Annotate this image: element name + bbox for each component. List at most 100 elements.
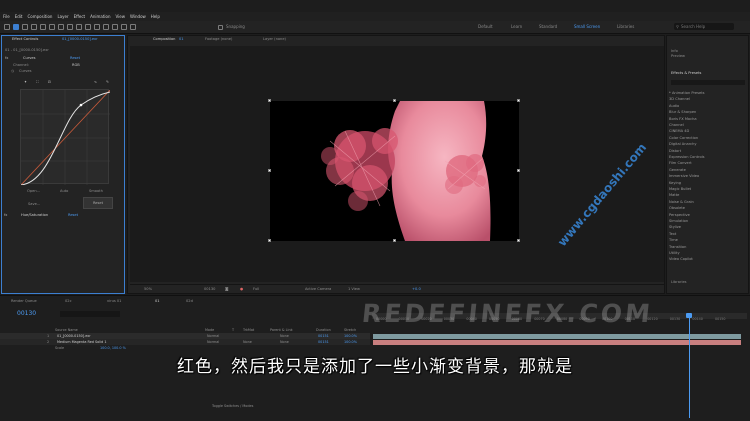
camera-select[interactable]: Active Camera bbox=[305, 287, 331, 291]
composition-tab[interactable]: Composition bbox=[153, 37, 175, 41]
menu-animation[interactable]: Animation bbox=[90, 14, 110, 19]
menu-help[interactable]: Help bbox=[151, 14, 160, 19]
curves-reset-button[interactable]: Reset bbox=[83, 197, 113, 209]
layer-1-name[interactable]: 01_[0000-0150].exr bbox=[57, 334, 91, 338]
hand-tool-icon[interactable] bbox=[22, 24, 28, 30]
zoom-tool-icon[interactable] bbox=[31, 24, 37, 30]
layer-1-mode[interactable]: Normal bbox=[207, 334, 219, 338]
effects-category-item[interactable]: Channel bbox=[669, 123, 684, 127]
workspace-standard[interactable]: Standard bbox=[539, 24, 557, 29]
current-time-display[interactable]: 00130 bbox=[204, 287, 215, 291]
layer-2-track-bar[interactable] bbox=[373, 340, 741, 345]
timeline-tab-02c[interactable]: 02c bbox=[65, 299, 72, 303]
menu-edit[interactable]: Edit bbox=[15, 14, 23, 19]
layer-1-duration[interactable]: 00151 bbox=[318, 334, 329, 338]
effects-category-item[interactable]: Boris FX Mocha bbox=[669, 117, 697, 121]
effects-category-item[interactable]: Text bbox=[669, 232, 676, 236]
snapping-checkbox[interactable] bbox=[218, 25, 223, 30]
effects-category-item[interactable]: Noise & Grain bbox=[669, 200, 694, 204]
transform-handle-tr[interactable] bbox=[517, 99, 520, 102]
transform-handle-bm[interactable] bbox=[393, 239, 396, 242]
timeline-tab-02d[interactable]: 02d bbox=[186, 299, 193, 303]
toggle-switches-modes[interactable]: Toggle Switches / Modes bbox=[212, 404, 253, 408]
effects-category-item[interactable]: 3D Channel bbox=[669, 97, 690, 101]
mask-tool-icon[interactable] bbox=[67, 24, 73, 30]
home-icon[interactable] bbox=[4, 24, 10, 30]
menu-layer[interactable]: Layer bbox=[57, 14, 68, 19]
roto-brush-tool-icon[interactable] bbox=[121, 24, 127, 30]
effects-category-item[interactable]: Magic Bullet bbox=[669, 187, 691, 191]
curve-reset-icon[interactable]: ⊡ bbox=[48, 80, 51, 84]
curves-save-button[interactable]: Save... bbox=[28, 202, 40, 206]
eraser-tool-icon[interactable] bbox=[112, 24, 118, 30]
type-tool-icon[interactable] bbox=[85, 24, 91, 30]
effects-category-item[interactable]: Distort bbox=[669, 149, 681, 153]
layer-2-name[interactable]: Medium Magenta Red Solid 1 bbox=[57, 340, 107, 344]
composition-tab-name[interactable]: 01 bbox=[179, 37, 184, 41]
libraries-panel-title[interactable]: Libraries bbox=[671, 280, 687, 284]
effects-category-item[interactable]: Perspective bbox=[669, 213, 690, 217]
transform-handle-br[interactable] bbox=[517, 239, 520, 242]
curves-fx-icon[interactable]: fx bbox=[5, 56, 8, 60]
puppet-tool-icon[interactable] bbox=[130, 24, 136, 30]
effects-category-item[interactable]: Color Correction bbox=[669, 136, 698, 140]
layer-2-mode[interactable]: Normal bbox=[207, 340, 219, 344]
effects-category-item[interactable]: * Animation Presets bbox=[669, 91, 704, 95]
layer-tab[interactable]: Layer (none) bbox=[263, 37, 286, 41]
effect-controls-tab[interactable]: Effect Controls bbox=[12, 37, 38, 41]
curves-effect-name[interactable]: Curves bbox=[23, 56, 35, 60]
magnification-select[interactable]: 50% bbox=[144, 287, 152, 291]
selection-tool-icon[interactable] bbox=[13, 24, 19, 30]
curves-smooth-button[interactable]: Smooth bbox=[89, 189, 103, 193]
color-channel-icon[interactable]: ● bbox=[240, 287, 243, 291]
layer-1-stretch[interactable]: 100.0% bbox=[344, 334, 357, 338]
layer-2-parent[interactable]: None bbox=[280, 340, 289, 344]
curves-open-button[interactable]: Open... bbox=[27, 189, 40, 193]
curve-pencil-icon[interactable]: ∿ bbox=[94, 80, 97, 84]
workspace-default[interactable]: Default bbox=[478, 24, 493, 29]
transform-handle-bl[interactable] bbox=[268, 239, 271, 242]
channel-select[interactable]: RGB bbox=[72, 63, 80, 67]
curve-bezier-icon[interactable]: ⛶ bbox=[36, 80, 39, 84]
preview-panel-title[interactable]: Preview bbox=[671, 54, 685, 58]
effects-category-item[interactable]: CINEMA 4D bbox=[669, 129, 689, 133]
views-select[interactable]: 1 View bbox=[348, 287, 360, 291]
effects-category-item[interactable]: Matte bbox=[669, 193, 679, 197]
menu-composition[interactable]: Composition bbox=[27, 14, 52, 19]
effects-category-item[interactable]: Obsolete bbox=[669, 206, 685, 210]
effects-category-item[interactable]: Stylize bbox=[669, 225, 681, 229]
menu-window[interactable]: Window bbox=[130, 14, 146, 19]
effects-category-item[interactable]: Simulation bbox=[669, 219, 688, 223]
layer-2-duration[interactable]: 00151 bbox=[318, 340, 329, 344]
resolution-select[interactable]: Full bbox=[253, 287, 259, 291]
render-queue-tab[interactable]: Render Queue bbox=[11, 299, 37, 303]
curve-point-icon[interactable]: ✦ bbox=[24, 80, 27, 84]
timeline-timecode[interactable]: 00130 bbox=[17, 310, 36, 317]
search-help-input[interactable]: Search Help bbox=[674, 23, 734, 30]
camera-tool-icon[interactable] bbox=[49, 24, 55, 30]
curves-graph[interactable] bbox=[20, 89, 111, 186]
pan-behind-tool-icon[interactable] bbox=[58, 24, 64, 30]
timeline-search-input[interactable] bbox=[60, 311, 120, 317]
hue-saturation-effect-name[interactable]: Hue/Saturation bbox=[21, 213, 48, 217]
transform-handle-tl[interactable] bbox=[268, 99, 271, 102]
exposure-value[interactable]: +0.0 bbox=[412, 287, 421, 291]
layer-1-track-bar[interactable] bbox=[373, 334, 741, 339]
workspace-learn[interactable]: Learn bbox=[511, 24, 522, 29]
transform-handle-ml[interactable] bbox=[268, 169, 271, 172]
hue-saturation-reset-link[interactable]: Reset bbox=[68, 213, 78, 217]
effects-search-input[interactable] bbox=[671, 80, 745, 85]
playhead-handle[interactable] bbox=[686, 313, 692, 318]
layer-1-parent[interactable]: None bbox=[280, 334, 289, 338]
curves-reset-link[interactable]: Reset bbox=[70, 56, 80, 60]
effects-category-item[interactable]: Video Copilot bbox=[669, 257, 693, 261]
curves-auto-button[interactable]: Auto bbox=[60, 189, 68, 193]
curve-edit-icon[interactable]: ✎ bbox=[106, 80, 109, 84]
effect-controls-tab-file[interactable]: 01_[0000-0150].exr bbox=[62, 37, 98, 41]
effects-category-item[interactable]: Immersive Video bbox=[669, 174, 699, 178]
menu-effect[interactable]: Effect bbox=[74, 14, 86, 19]
hue-fx-icon[interactable]: fx bbox=[4, 213, 7, 217]
curves-stopwatch-icon[interactable]: ◷ bbox=[11, 69, 14, 73]
rotate-tool-icon[interactable] bbox=[40, 24, 46, 30]
info-panel-title[interactable]: Info bbox=[671, 49, 678, 53]
